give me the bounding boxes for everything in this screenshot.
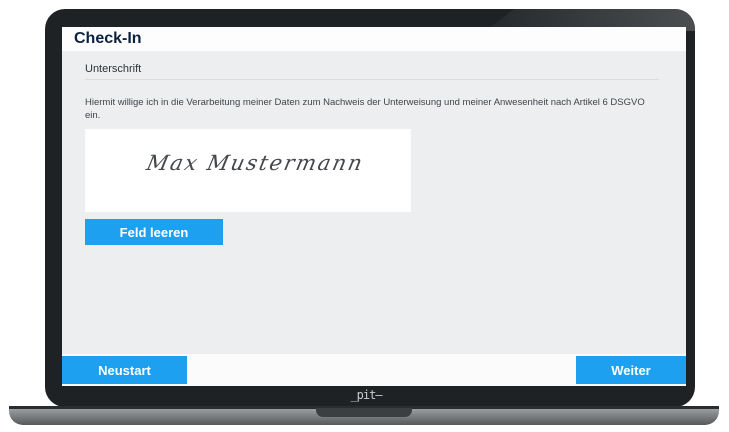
section-divider (85, 79, 659, 80)
app-screen: Check-In Unterschrift Hiermit willige ic… (62, 27, 686, 386)
page-title: Check-In (74, 30, 142, 47)
signature-stroke: Max Mustermann (144, 151, 367, 175)
app-header: Check-In (62, 27, 686, 51)
base-notch (316, 408, 412, 417)
footer-bar: Neustart Weiter (62, 354, 686, 386)
brand-logo: _pit— (350, 388, 382, 402)
clear-field-button[interactable]: Feld leeren (85, 219, 223, 245)
consent-text: Hiermit willige ich in die Verarbeitung … (85, 97, 645, 121)
restart-button[interactable]: Neustart (62, 356, 187, 384)
section-title: Unterschrift (85, 63, 142, 75)
signature-pad[interactable]: Max Mustermann (85, 129, 411, 212)
laptop-base (9, 406, 719, 425)
next-button[interactable]: Weiter (576, 356, 686, 384)
